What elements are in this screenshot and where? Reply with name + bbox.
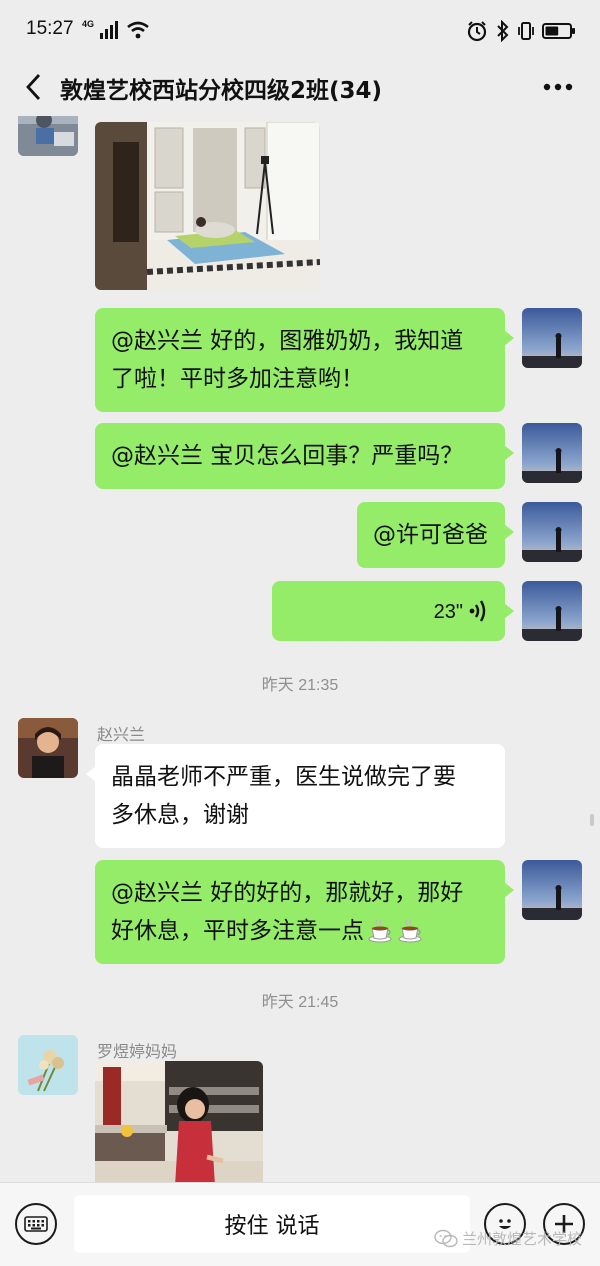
avatar-sunset-icon <box>522 502 582 562</box>
message-image[interactable] <box>95 1061 263 1182</box>
hold-to-talk-button[interactable]: 按住 说话 <box>74 1195 470 1253</box>
message-text-line: 多休息，谢谢 <box>111 802 249 828</box>
voice-duration: 23" <box>433 601 463 623</box>
message-text-line: 了啦！平时多加注意哟！ <box>111 366 364 392</box>
sender-name: 赵兴兰 <box>97 725 146 744</box>
keyboard-icon <box>24 1216 48 1232</box>
watermark-text: 兰州敦煌艺术学校 <box>462 1230 583 1248</box>
avatar-self[interactable] <box>522 423 582 483</box>
network-type-label: 4G <box>82 18 95 29</box>
bluetooth-icon <box>497 20 509 42</box>
scrollbar-thumb[interactable] <box>590 814 594 826</box>
back-button[interactable] <box>16 70 50 104</box>
vibrate-icon <box>518 22 534 40</box>
coffee-emoji-icon <box>398 919 422 943</box>
avatar-sender[interactable] <box>18 718 78 778</box>
keyboard-toggle-button[interactable] <box>15 1203 57 1245</box>
message-image[interactable] <box>95 122 320 290</box>
message-bubble-own[interactable]: @赵兴兰 好的好的，那就好，那好 好休息，平时多注意一点 <box>95 860 514 964</box>
coffee-emoji-icon <box>368 919 392 943</box>
message-text: @赵兴兰 宝贝怎么回事？严重吗？ <box>111 443 464 469</box>
message-bubble-own[interactable]: @赵兴兰 好的，图雅奶奶，我知道 了啦！平时多加注意哟！ <box>95 308 514 412</box>
wechat-logo-icon <box>434 1229 458 1247</box>
status-left-icons: 4G <box>82 18 150 40</box>
message-text-row: 好休息，平时多注意一点 <box>111 912 489 950</box>
message-bubble-own[interactable]: @许可爸爸 <box>357 502 514 568</box>
more-dots-icon <box>543 83 573 91</box>
status-bar: 15:27 4G <box>0 0 600 58</box>
message-text-line: @赵兴兰 好的，图雅奶奶，我知道 <box>111 328 464 354</box>
avatar-sunset-icon <box>522 308 582 368</box>
wifi-icon <box>127 21 149 39</box>
status-time: 15:27 <box>26 18 74 39</box>
battery-icon <box>542 23 575 39</box>
yoga-practice-photo <box>95 122 320 290</box>
signal-icon <box>100 21 119 39</box>
avatar-self[interactable] <box>522 581 582 641</box>
avatar-sender[interactable] <box>18 116 78 156</box>
chat-header: 敦煌艺校西站分校四级2班(34) <box>0 58 600 116</box>
avatar-sunset-icon <box>522 581 582 641</box>
voice-wave-icon <box>469 600 486 622</box>
chat-title: 敦煌艺校西站分校四级2班(34) <box>60 78 383 104</box>
avatar-sender[interactable] <box>18 1035 78 1095</box>
message-bubble-other[interactable]: 晶晶老师不严重，医生说做完了要 多休息，谢谢 <box>86 744 505 848</box>
message-bubble-own[interactable]: @赵兴兰 宝贝怎么回事？严重吗？ <box>95 423 514 489</box>
avatar-flowers-icon <box>18 1035 78 1095</box>
avatar-self[interactable] <box>522 502 582 562</box>
alarm-icon <box>467 21 487 42</box>
avatar-sunset-icon <box>522 860 582 920</box>
avatar-sunset-icon <box>522 423 582 483</box>
message-timestamp: 昨天 21:35 <box>261 677 339 694</box>
avatar-photo-icon <box>18 116 78 156</box>
sender-name: 罗煜婷妈妈 <box>97 1042 178 1061</box>
voice-message-bubble[interactable]: 23" <box>272 581 514 641</box>
chat-area[interactable]: @赵兴兰 好的，图雅奶奶，我知道 了啦！平时多加注意哟！ @赵兴兰 宝贝怎么回事… <box>0 116 600 1182</box>
avatar-self[interactable] <box>522 860 582 920</box>
child-practice-photo <box>95 1061 263 1182</box>
avatar-person-icon <box>18 718 78 778</box>
message-text-line: @赵兴兰 好的好的，那就好，那好 <box>111 880 464 906</box>
message-text-line: 好休息，平时多注意一点 <box>111 918 364 944</box>
message-timestamp: 昨天 21:45 <box>261 994 339 1011</box>
chevron-left-icon <box>26 74 41 100</box>
input-bar: 按住 说话 <box>0 1182 600 1266</box>
message-text-line: 晶晶老师不严重，医生说做完了要 <box>111 764 456 790</box>
status-right-icons <box>466 20 576 42</box>
message-text: @许可爸爸 <box>373 522 488 548</box>
watermark: 兰州敦煌艺术学校 <box>434 1228 582 1249</box>
more-button[interactable] <box>538 70 578 104</box>
avatar-self[interactable] <box>522 308 582 368</box>
